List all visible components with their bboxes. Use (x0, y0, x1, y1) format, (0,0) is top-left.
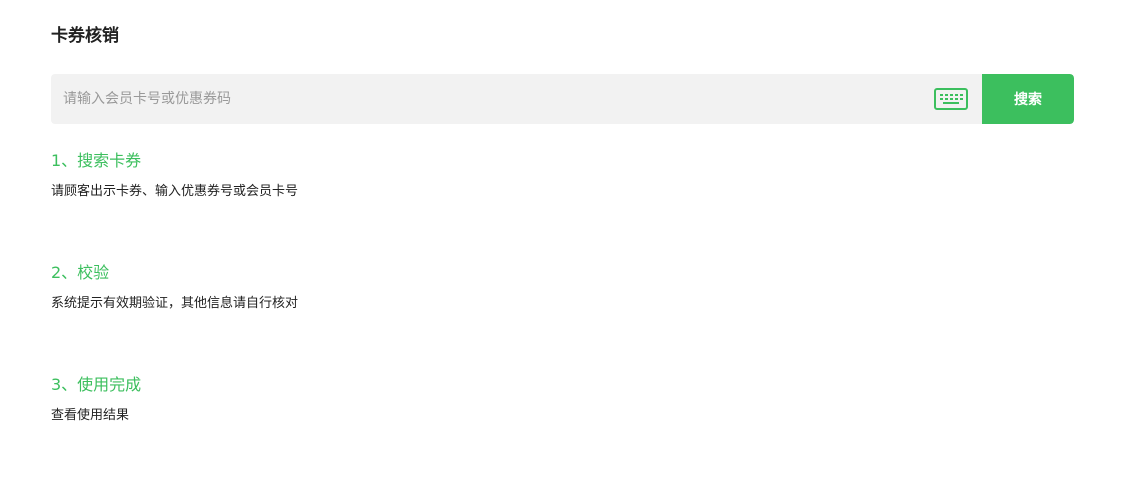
step-title: 1、搜索卡券 (51, 151, 142, 170)
step-title: 3、使用完成 (51, 375, 142, 394)
step-complete: 3、使用完成 查看使用结果 (51, 374, 141, 426)
search-input[interactable] (51, 74, 921, 124)
step-verify: 2、校验 系统提示有效期验证，其他信息请自行核对 (51, 262, 298, 314)
search-bar: 搜索 (51, 74, 1074, 124)
coupon-verification-page: 卡券核销 搜索 1、搜索卡券 请顾客出示卡券、输入优惠券号或会员卡号 2、校验 … (0, 0, 1137, 504)
step-description: 请顾客出示卡券、输入优惠券号或会员卡号 (51, 184, 299, 199)
search-button[interactable]: 搜索 (982, 74, 1074, 124)
step-title: 2、校验 (51, 263, 110, 282)
step-description: 查看使用结果 (51, 408, 130, 423)
page-title: 卡券核销 (51, 26, 119, 46)
step-description: 系统提示有效期验证，其他信息请自行核对 (51, 296, 299, 311)
step-search-coupon: 1、搜索卡券 请顾客出示卡券、输入优惠券号或会员卡号 (51, 150, 298, 202)
keyboard-icon[interactable] (934, 88, 968, 110)
